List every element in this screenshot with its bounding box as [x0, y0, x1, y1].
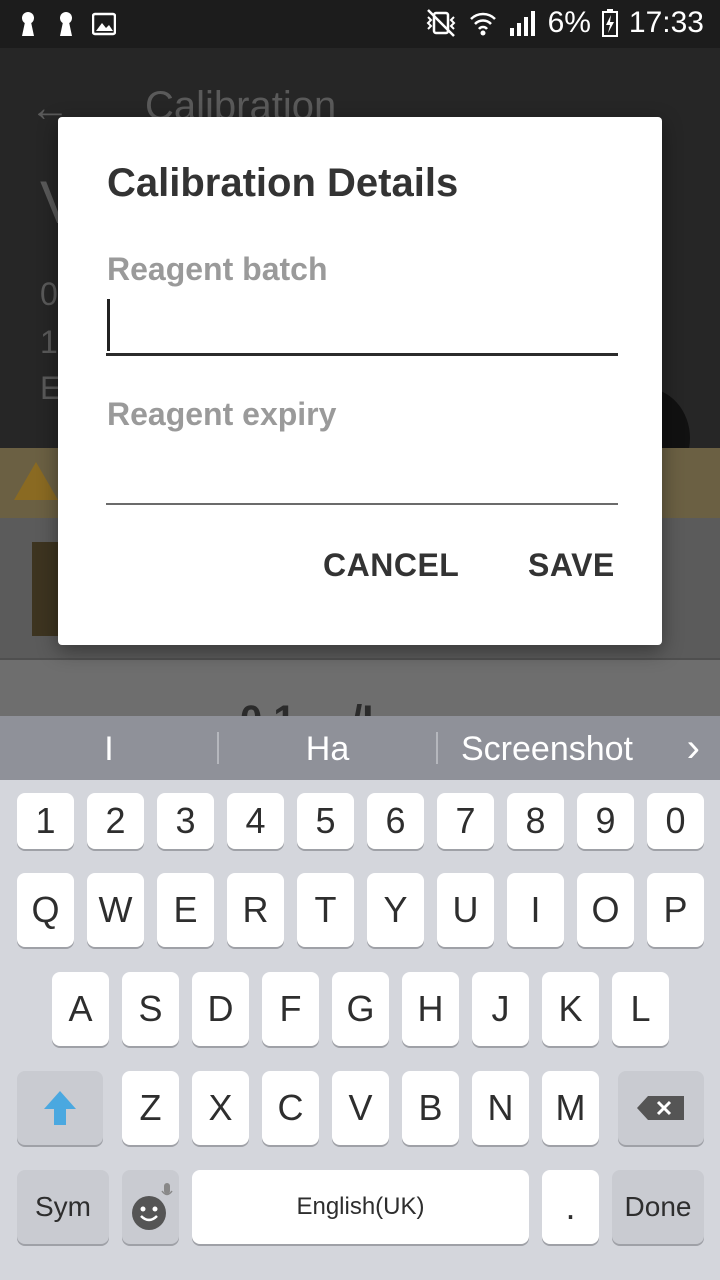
chevron-right-icon[interactable]: ›	[687, 726, 700, 771]
key[interactable]: W	[87, 873, 144, 947]
clock: 17:33	[628, 6, 704, 39]
key[interactable]: D	[192, 972, 249, 1046]
shift-key[interactable]	[17, 1071, 103, 1145]
key[interactable]: O	[577, 873, 634, 947]
suggestion-bar: I Ha Screenshot ›	[0, 716, 720, 780]
key[interactable]: N	[472, 1071, 529, 1145]
reagent-expiry-label: Reagent expiry	[107, 396, 337, 432]
key[interactable]: K	[542, 972, 599, 1046]
key[interactable]: I	[507, 873, 564, 947]
measurement-value: 0.1 ... /L	[240, 698, 387, 716]
key[interactable]: H	[402, 972, 459, 1046]
key[interactable]: P	[647, 873, 704, 947]
space-key[interactable]: English(UK)	[192, 1170, 529, 1244]
key[interactable]: Y	[367, 873, 424, 947]
key[interactable]: C	[262, 1071, 319, 1145]
battery-percent: 6%	[547, 6, 591, 39]
key[interactable]: T	[297, 873, 354, 947]
key[interactable]: E	[157, 873, 214, 947]
key[interactable]: V	[332, 1071, 389, 1145]
emoji-icon	[131, 1183, 173, 1230]
key[interactable]: 5	[297, 793, 354, 849]
key[interactable]: X	[192, 1071, 249, 1145]
save-button[interactable]: SAVE	[528, 547, 615, 584]
key[interactable]: S	[122, 972, 179, 1046]
status-right: 6% 17:33	[424, 6, 704, 40]
key[interactable]: G	[332, 972, 389, 1046]
app-info-line: 1	[40, 324, 58, 360]
shift-arrow-icon	[44, 1091, 76, 1125]
key[interactable]: 7	[437, 793, 494, 849]
key[interactable]: Q	[17, 873, 74, 947]
suggestion-item[interactable]: Ha	[219, 716, 436, 780]
suggestion-item[interactable]: I	[0, 716, 218, 780]
key[interactable]: F	[262, 972, 319, 1046]
key[interactable]: 9	[577, 793, 634, 849]
key[interactable]: L	[612, 972, 669, 1046]
image-icon	[92, 12, 116, 36]
signal-icon	[509, 11, 535, 36]
key[interactable]: 8	[507, 793, 564, 849]
key[interactable]: M	[542, 1071, 599, 1145]
cancel-button[interactable]: CANCEL	[323, 547, 459, 584]
key[interactable]: U	[437, 873, 494, 947]
backspace-icon	[637, 1096, 684, 1120]
suggestion-item[interactable]: Screenshot	[438, 716, 656, 780]
key[interactable]: B	[402, 1071, 459, 1145]
warning-icon	[14, 462, 58, 500]
keyhole-icon	[22, 12, 34, 36]
dialog-title: Calibration Details	[107, 161, 459, 205]
key[interactable]: R	[227, 873, 284, 947]
key[interactable]: A	[52, 972, 109, 1046]
divider	[0, 658, 720, 660]
key[interactable]: 2	[87, 793, 144, 849]
key[interactable]: 6	[367, 793, 424, 849]
period-key[interactable]: .	[542, 1170, 599, 1244]
key[interactable]: Z	[122, 1071, 179, 1145]
status-left-icons	[16, 10, 116, 38]
key[interactable]: 1	[17, 793, 74, 849]
calibration-details-dialog: Calibration Details Reagent batch Reagen…	[58, 117, 662, 645]
key[interactable]: 3	[157, 793, 214, 849]
keyhole-icon	[60, 12, 72, 36]
done-key[interactable]: Done	[612, 1170, 704, 1244]
emoji-voice-key[interactable]	[122, 1170, 179, 1244]
wifi-icon	[469, 12, 496, 36]
battery-charging-icon	[601, 9, 618, 37]
sym-key[interactable]: Sym	[17, 1170, 109, 1244]
key[interactable]: 0	[647, 793, 704, 849]
key[interactable]: 4	[227, 793, 284, 849]
status-bar: 6% 17:33	[0, 0, 720, 48]
reagent-batch-input[interactable]	[106, 301, 618, 356]
app-info-line: 0	[40, 276, 58, 312]
backspace-key[interactable]	[618, 1071, 704, 1145]
reagent-expiry-input[interactable]	[106, 451, 618, 505]
text-cursor	[107, 299, 110, 351]
keyboard: 1 2 3 4 5 6 7 8 9 0 Q W E R T Y U I O P …	[0, 780, 720, 1280]
vibrate-icon	[426, 9, 455, 37]
reagent-batch-label: Reagent batch	[107, 251, 328, 287]
key[interactable]: J	[472, 972, 529, 1046]
